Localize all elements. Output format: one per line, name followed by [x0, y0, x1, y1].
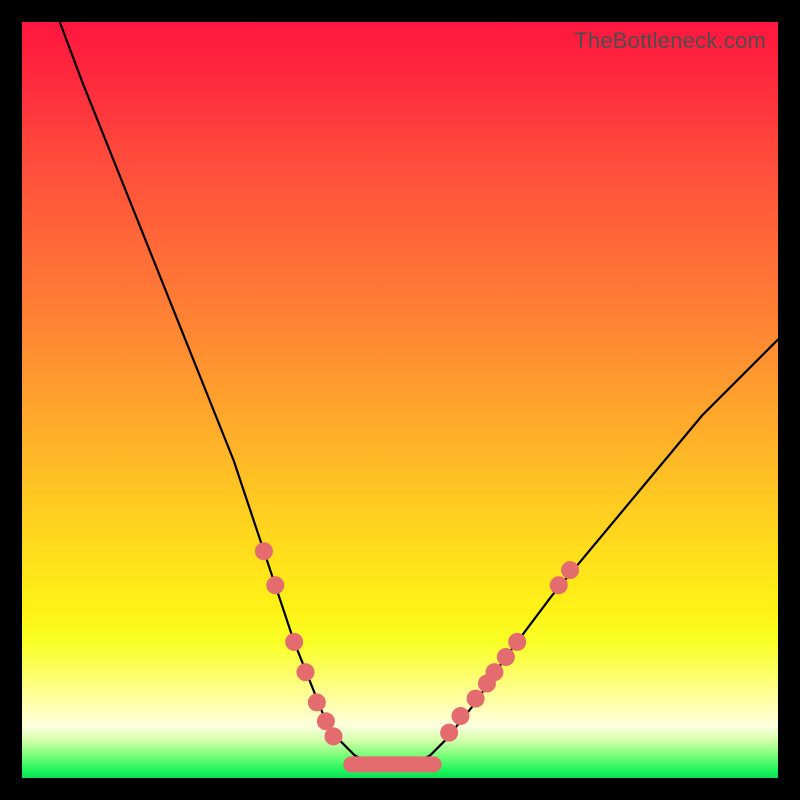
highlight-dot — [451, 707, 469, 725]
highlight-dot — [497, 648, 515, 666]
highlight-dot — [266, 576, 284, 594]
highlight-dot — [467, 690, 485, 708]
bottleneck-curve — [60, 22, 778, 763]
highlight-dot — [561, 561, 579, 579]
chart-plot-area: TheBottleneck.com — [22, 22, 778, 778]
highlight-dot — [255, 542, 273, 560]
highlight-dot — [324, 727, 342, 745]
chart-overlay-svg — [22, 22, 778, 778]
curve-bottom-pill — [343, 756, 441, 772]
highlight-dot — [285, 633, 303, 651]
highlight-dot — [308, 693, 326, 711]
chart-stage: TheBottleneck.com — [0, 0, 800, 800]
highlight-dot — [486, 663, 504, 681]
highlight-dot — [440, 724, 458, 742]
highlight-dot — [550, 576, 568, 594]
highlight-dots — [255, 542, 579, 745]
highlight-dot — [297, 663, 315, 681]
highlight-dot — [508, 633, 526, 651]
